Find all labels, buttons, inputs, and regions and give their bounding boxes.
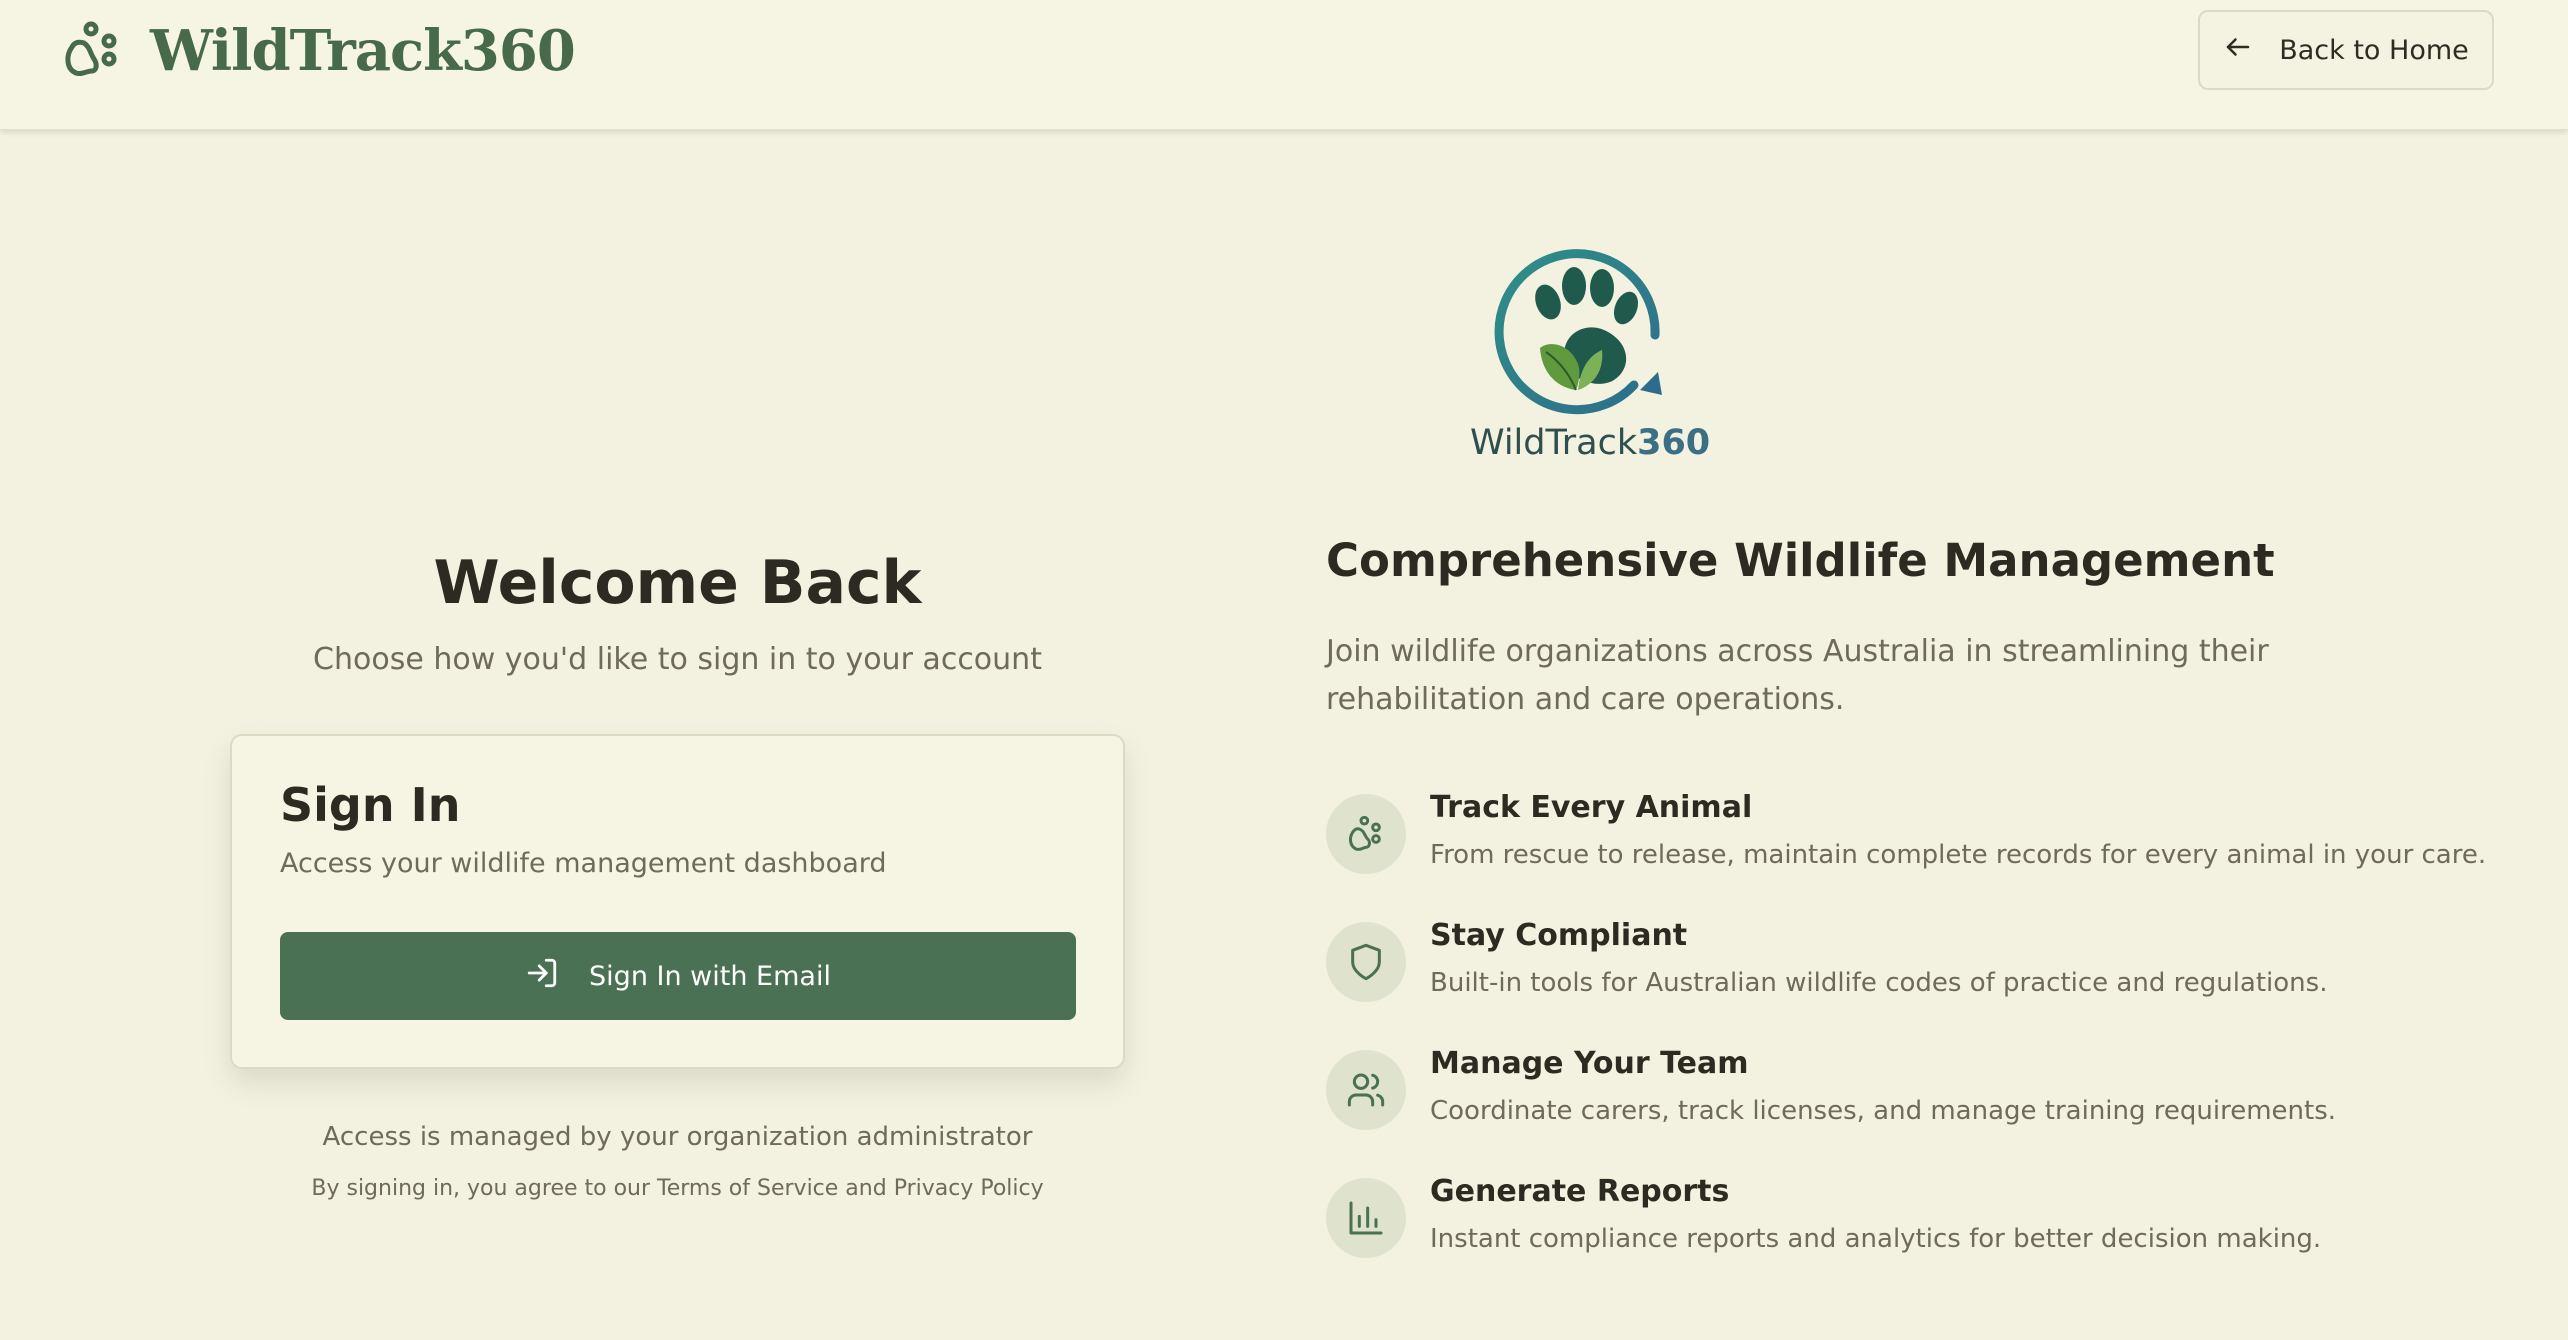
logo-wordmark: WildTrack360 [1470,423,1710,463]
feature-stay-compliant: Stay Compliant Built-in tools for Austra… [1326,918,2426,1018]
feature-generate-reports: Generate Reports Instant compliance repo… [1326,1174,2426,1274]
feature-description: From rescue to release, maintain complet… [1430,840,2487,870]
access-note: Access is managed by your organization a… [322,1122,1033,1152]
feature-description: Coordinate carers, track licenses, and m… [1430,1096,2337,1126]
brand[interactable]: WildTrack360 [60,16,576,86]
info-description: Join wildlife organizations across Austr… [1326,634,2269,717]
paw-leaf-logo-icon [1470,240,1694,415]
top-header: WildTrack360 Back to Home [0,0,2568,130]
wildtrack-logo: WildTrack360 [1470,240,1710,472]
feature-title: Track Every Animal [1430,790,1753,825]
welcome-title: Welcome Back [433,548,922,618]
feature-manage-your-team: Manage Your Team Coordinate carers, trac… [1326,1046,2426,1146]
card-title: Sign In [280,778,461,832]
card-subtitle: Access your wildlife management dashboar… [280,848,887,879]
terms-note: By signing in, you agree to our Terms of… [311,1176,1044,1201]
logo-wordmark-main: WildTrack [1470,423,1638,463]
feature-title: Stay Compliant [1430,918,1688,953]
feature-description: Instant compliance reports and analytics… [1430,1224,2322,1254]
sign-in-card: Sign In Access your wildlife management … [230,734,1125,1069]
back-to-home-label: Back to Home [2279,34,2469,66]
logo-wordmark-number: 360 [1637,423,1711,463]
feature-description: Built-in tools for Australian wildlife c… [1430,968,2328,998]
feature-track-every-animal: Track Every Animal From rescue to releas… [1326,790,2486,890]
log-in-icon [525,956,559,997]
paw-icon [1326,794,1406,874]
arrow-left-icon [2223,32,2253,69]
users-icon [1326,1050,1406,1130]
sign-in-with-email-button[interactable]: Sign In with Email [280,932,1076,1020]
bar-chart-icon [1326,1178,1406,1258]
shield-icon [1326,922,1406,1002]
info-title: Comprehensive Wildlife Management [1326,534,2275,587]
brand-name: WildTrack360 [150,18,576,84]
feature-title: Generate Reports [1430,1174,1730,1209]
back-to-home-button[interactable]: Back to Home [2198,10,2494,90]
sign-in-with-email-label: Sign In with Email [589,960,831,992]
feature-title: Manage Your Team [1430,1046,1749,1081]
welcome-subtitle: Choose how you'd like to sign in to your… [313,642,1042,677]
paw-logo-icon [60,17,124,85]
